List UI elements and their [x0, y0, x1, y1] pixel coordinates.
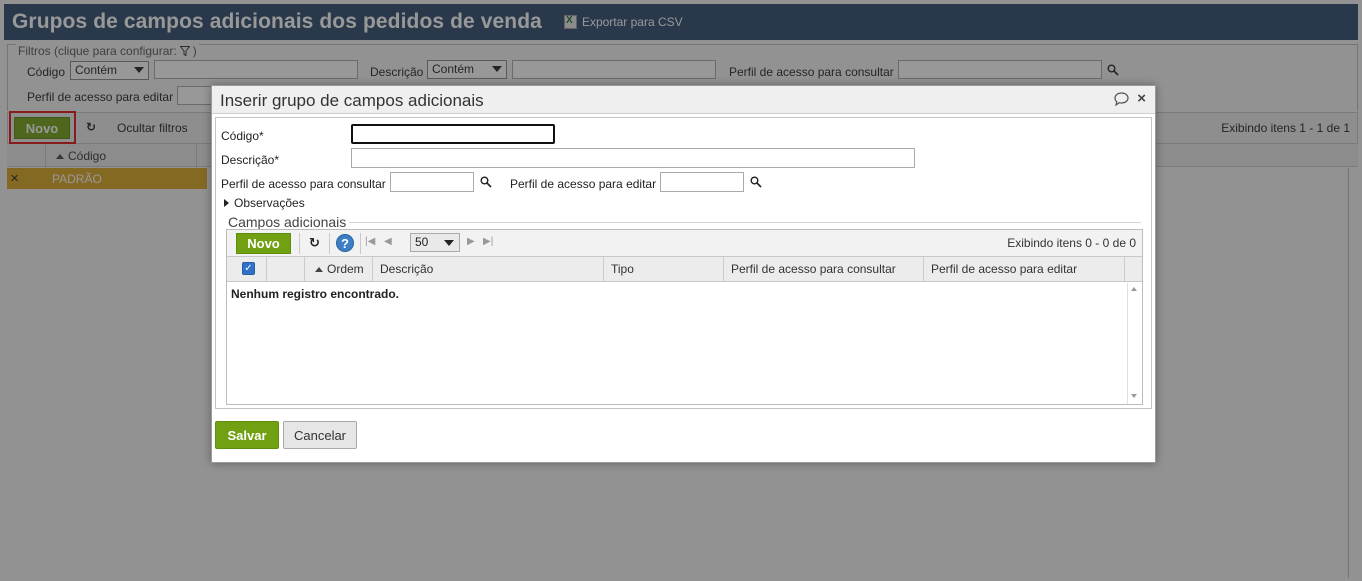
descricao-input[interactable] [351, 148, 915, 168]
codigo-input[interactable] [351, 124, 555, 144]
codigo-label: Código* [221, 129, 264, 143]
close-icon[interactable]: × [1137, 91, 1146, 106]
perfil-consultar-label: Perfil de acesso para consultar [221, 177, 386, 191]
toolbar-divider [360, 233, 361, 254]
page-size-select[interactable]: 50 [410, 233, 460, 252]
campos-grid: Novo ↻ ? |◀ ◀ 50 ▶ ▶| Exibindo itens 0 -… [226, 229, 1143, 405]
campos-novo-button[interactable]: Novo [236, 233, 291, 254]
scroll-down-icon[interactable] [1131, 394, 1137, 398]
sort-asc-icon [315, 267, 323, 272]
next-page-icon[interactable]: ▶ [467, 236, 475, 247]
refresh-icon[interactable]: ↻ [309, 235, 320, 251]
grid-scrollbar[interactable] [1127, 283, 1142, 404]
perfil-editar-label: Perfil de acesso para editar [510, 177, 657, 191]
observacoes-label: Observações [234, 196, 305, 210]
column-header-perfil-editar[interactable]: Perfil de acesso para editar [924, 257, 1125, 282]
column-header-descricao[interactable]: Descrição [373, 257, 604, 282]
scroll-up-icon[interactable] [1131, 287, 1137, 291]
column-header-perfil-consultar[interactable]: Perfil de acesso para consultar [724, 257, 924, 282]
help-icon[interactable]: ? [336, 234, 354, 252]
column-header-actions [267, 257, 305, 282]
select-all-checkbox[interactable]: ✓ [242, 262, 255, 275]
campos-toolbar: Novo ↻ ? |◀ ◀ 50 ▶ ▶| Exibindo itens 0 -… [227, 230, 1142, 257]
column-header-tipo[interactable]: Tipo [604, 257, 724, 282]
cancelar-button[interactable]: Cancelar [283, 421, 357, 449]
select-all-cell: ✓ [227, 257, 267, 282]
dialog-body: Código* Descrição* Perfil de acesso para… [215, 117, 1152, 409]
perfil-editar-input[interactable] [660, 172, 744, 192]
first-page-icon[interactable]: |◀ [365, 236, 375, 247]
empty-message: Nenhum registro encontrado. [231, 287, 400, 301]
campos-pagination-status: Exibindo itens 0 - 0 de 0 [1007, 236, 1136, 250]
page-size-value: 50 [415, 235, 429, 249]
toolbar-divider [299, 233, 300, 254]
section-divider [349, 222, 1141, 223]
prev-page-icon[interactable]: ◀ [384, 236, 392, 247]
column-header-ordem-label: Ordem [327, 262, 364, 276]
campos-grid-header: ✓ Ordem Descrição Tipo Perfil de acesso … [227, 257, 1142, 282]
chevron-down-icon [444, 240, 454, 246]
salvar-button[interactable]: Salvar [215, 421, 279, 449]
last-page-icon[interactable]: ▶| [483, 236, 493, 247]
dialog-title: Inserir grupo de campos adicionais [220, 91, 484, 110]
search-icon[interactable] [480, 176, 492, 188]
descricao-label: Descrição* [221, 153, 280, 167]
search-icon[interactable] [750, 176, 762, 188]
perfil-consultar-input[interactable] [390, 172, 474, 192]
observacoes-toggle[interactable]: Observações [224, 196, 324, 210]
dialog-header: Inserir grupo de campos adicionais × [212, 86, 1155, 114]
caret-right-icon [224, 199, 229, 207]
campos-section-title: Campos adicionais [228, 214, 347, 230]
comment-icon[interactable] [1114, 92, 1129, 106]
insert-group-dialog: Inserir grupo de campos adicionais × Cód… [211, 85, 1156, 463]
toolbar-divider [329, 233, 330, 254]
column-header-ordem[interactable]: Ordem [305, 257, 373, 282]
